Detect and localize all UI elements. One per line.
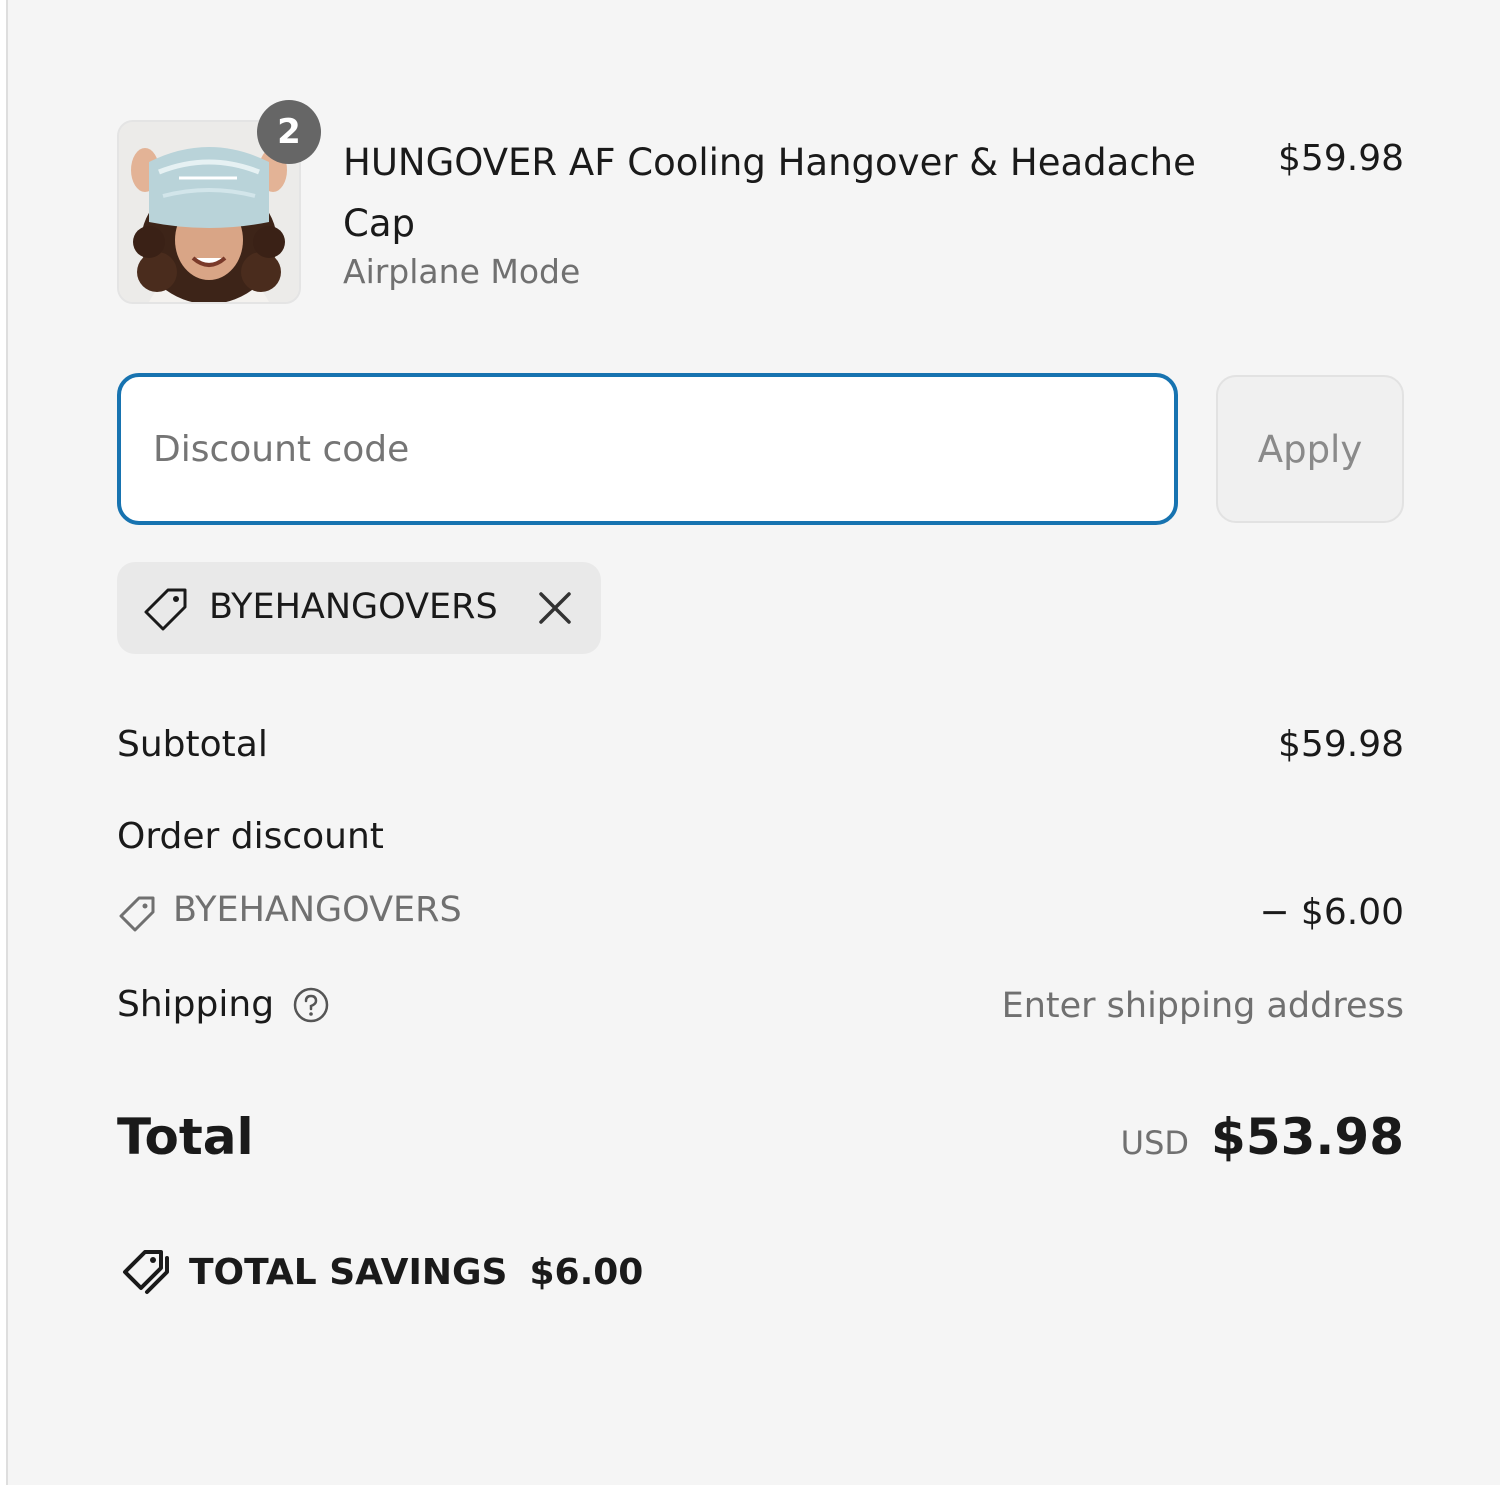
- close-icon[interactable]: [535, 588, 575, 628]
- total-savings-amount: $6.00: [529, 1251, 644, 1293]
- panel-divider: [0, 0, 8, 1485]
- currency-code: USD: [1120, 1124, 1190, 1162]
- total-value: USD $53.98: [1121, 1108, 1404, 1166]
- quantity-badge: 2: [257, 100, 321, 164]
- subtotal-value: $59.98: [1278, 724, 1404, 765]
- order-discount-label: Order discount: [117, 816, 384, 857]
- applied-discount-code: BYEHANGOVERS: [209, 587, 498, 627]
- total-savings-label: TOTAL SAVINGS: [189, 1251, 508, 1293]
- total-amount: $53.98: [1211, 1108, 1404, 1166]
- product-variant: Airplane Mode: [343, 252, 581, 291]
- shipping-label-wrap: Shipping: [117, 984, 330, 1025]
- help-icon[interactable]: [292, 986, 330, 1024]
- discount-code-input[interactable]: [117, 373, 1178, 525]
- shipping-value: Enter shipping address: [1001, 986, 1404, 1026]
- apply-button[interactable]: Apply: [1216, 375, 1404, 523]
- total-label: Total: [117, 1108, 254, 1166]
- line-item: 2 HUNGOVER AF Cooling Hangover & Headach…: [117, 100, 1404, 308]
- applied-discount-chip: BYEHANGOVERS: [117, 562, 601, 654]
- tag-icon: [119, 896, 155, 932]
- total-savings: TOTAL SAVINGS $6.00: [117, 1244, 643, 1300]
- shipping-label: Shipping: [117, 984, 275, 1025]
- subtotal-label: Subtotal: [117, 724, 268, 765]
- tags-icon: [123, 1250, 169, 1294]
- order-discount-amount: − $6.00: [1259, 892, 1404, 933]
- product-thumbnail-wrap: 2: [117, 100, 321, 304]
- tag-icon: [144, 588, 187, 631]
- order-discount-code: BYEHANGOVERS: [173, 890, 462, 930]
- product-price: $59.98: [1278, 138, 1404, 179]
- product-title: HUNGOVER AF Cooling Hangover & Headache …: [343, 141, 1196, 245]
- order-summary: 2 HUNGOVER AF Cooling Hangover & Headach…: [117, 0, 1404, 1485]
